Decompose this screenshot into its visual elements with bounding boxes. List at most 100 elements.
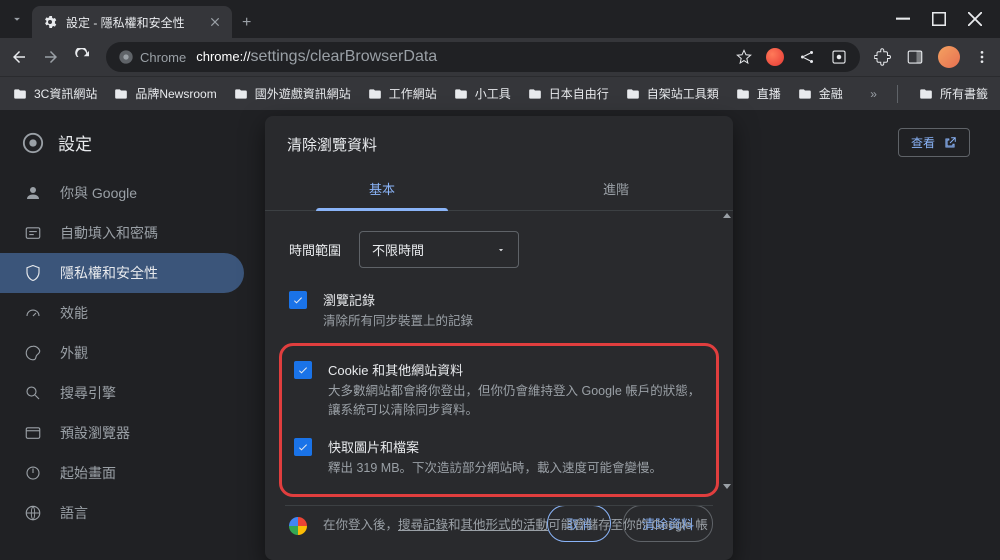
back-icon[interactable] xyxy=(10,48,28,66)
chrome-logo-icon xyxy=(22,132,44,154)
globe-icon xyxy=(24,504,42,522)
search-history-link[interactable]: 搜尋記錄 xyxy=(398,518,448,532)
minimize-icon[interactable] xyxy=(896,12,910,26)
checkbox[interactable] xyxy=(294,438,312,456)
folder-icon xyxy=(453,87,469,101)
tab-advanced[interactable]: 進階 xyxy=(499,167,733,210)
view-button[interactable]: 查看 xyxy=(898,128,970,157)
reload-icon[interactable] xyxy=(74,48,92,66)
separator xyxy=(897,85,898,103)
sidebar-item-autofill[interactable]: 自動填入和密碼 xyxy=(0,213,244,253)
tab-basic[interactable]: 基本 xyxy=(265,167,499,210)
browser-icon xyxy=(24,424,42,442)
extension-icon[interactable] xyxy=(766,48,784,66)
site-identity: Chrome xyxy=(118,49,186,65)
chevron-down-icon[interactable] xyxy=(10,12,24,26)
footnote-text: 在你登入後，搜尋記錄和其他形式的活動可能會儲存至你的 Google 帳 xyxy=(323,516,708,535)
sidebar-item-privacy[interactable]: 隱私權和安全性 xyxy=(0,253,244,293)
page-content: 設定 你與 Google 自動填入和密碼 隱私權和安全性 效能 外觀 搜尋引擎 … xyxy=(0,110,1000,505)
option-cookies[interactable]: Cookie 和其他網站資料 大多數網站都會將你登出，但你仍會維持登入 Goog… xyxy=(290,352,708,430)
option-title: 快取圖片和檔案 xyxy=(328,437,662,456)
palette-icon xyxy=(24,344,42,362)
folder-icon xyxy=(797,87,813,101)
sidebar-item-default-browser[interactable]: 預設瀏覽器 xyxy=(0,413,244,453)
close-window-icon[interactable] xyxy=(968,12,982,26)
window-controls xyxy=(896,12,1000,26)
sidebar-item-search[interactable]: 搜尋引擎 xyxy=(0,373,244,413)
clear-browsing-data-dialog: 清除瀏覽資料 基本 進階 時間範圍 不限時間 瀏覽記錄 清除所有同步裝置上的記錄 xyxy=(265,116,733,560)
checkbox[interactable] xyxy=(289,291,307,309)
browser-tab[interactable]: 設定 - 隱私權和安全性 xyxy=(32,6,232,38)
address-bar[interactable]: Chrome chrome://settings/clearBrowserDat… xyxy=(106,42,860,72)
browser-toolbar: Chrome chrome://settings/clearBrowserDat… xyxy=(0,38,1000,76)
bookmark-item[interactable]: 直播 xyxy=(735,85,781,102)
speedometer-icon xyxy=(24,304,42,322)
folder-icon xyxy=(918,87,934,101)
install-app-icon[interactable] xyxy=(830,48,848,66)
star-icon[interactable] xyxy=(736,49,752,65)
option-title: Cookie 和其他網站資料 xyxy=(328,360,704,379)
bookmark-item[interactable]: 品牌Newsroom xyxy=(113,85,216,102)
scrollbar[interactable] xyxy=(725,211,731,491)
sidebar-item-you-and-google[interactable]: 你與 Google xyxy=(0,173,244,213)
dialog-body: 時間範圍 不限時間 瀏覽記錄 清除所有同步裝置上的記錄 Cookie 和其他網站… xyxy=(265,211,733,491)
bookmark-item[interactable]: 小工具 xyxy=(453,85,511,102)
forward-icon[interactable] xyxy=(42,48,60,66)
open-external-icon xyxy=(943,136,957,150)
sidepanel-icon[interactable] xyxy=(906,48,924,66)
sidebar-item-performance[interactable]: 效能 xyxy=(0,293,244,333)
profile-avatar[interactable] xyxy=(938,46,960,68)
share-icon[interactable] xyxy=(798,48,816,66)
folder-icon xyxy=(233,87,249,101)
folder-icon xyxy=(12,87,28,101)
bookmark-item[interactable]: 國外遊戲資訊網站 xyxy=(233,85,351,102)
google-logo-icon xyxy=(289,517,307,535)
settings-sidebar: 設定 你與 Google 自動填入和密碼 隱私權和安全性 效能 外觀 搜尋引擎 … xyxy=(0,110,258,505)
time-range-label: 時間範圍 xyxy=(289,240,341,259)
gear-icon xyxy=(42,14,58,30)
window-titlebar: 設定 - 隱私權和安全性 + xyxy=(0,0,1000,38)
folder-icon xyxy=(735,87,751,101)
power-icon xyxy=(24,464,42,482)
folder-icon xyxy=(113,87,129,101)
bookmarks-bar: 3C資訊網站 品牌Newsroom 國外遊戲資訊網站 工作網站 小工具 日本自由… xyxy=(0,76,1000,110)
chrome-logo-icon xyxy=(118,49,134,65)
bookmark-item[interactable]: 金融 xyxy=(797,85,843,102)
new-tab-button[interactable]: + xyxy=(232,8,261,38)
sidebar-item-appearance[interactable]: 外觀 xyxy=(0,333,244,373)
autofill-icon xyxy=(24,224,42,242)
highlighted-options: Cookie 和其他網站資料 大多數網站都會將你登出，但你仍會維持登入 Goog… xyxy=(279,343,719,497)
all-bookmarks[interactable]: 所有書籤 xyxy=(918,85,988,102)
bookmark-item[interactable]: 自架站工具類 xyxy=(625,85,719,102)
bookmarks-overflow-icon[interactable]: » xyxy=(870,87,877,101)
folder-icon xyxy=(625,87,641,101)
folder-icon xyxy=(367,87,383,101)
folder-icon xyxy=(527,87,543,101)
url-text: chrome://settings/clearBrowserData xyxy=(196,48,437,66)
option-desc: 釋出 319 MB。下次造訪部分網站時，載入速度可能會變慢。 xyxy=(328,459,662,478)
checkbox[interactable] xyxy=(294,361,312,379)
kebab-menu-icon[interactable] xyxy=(974,49,990,65)
shield-icon xyxy=(24,264,42,282)
account-footnote: 在你登入後，搜尋記錄和其他形式的活動可能會儲存至你的 Google 帳 xyxy=(285,505,713,535)
search-icon xyxy=(24,384,42,402)
option-desc: 清除所有同步裝置上的記錄 xyxy=(323,312,473,331)
other-activity-link[interactable]: 其他形式的活動 xyxy=(461,518,549,532)
page-title: 設定 xyxy=(58,130,92,155)
sidebar-item-startup[interactable]: 起始畫面 xyxy=(0,453,244,493)
chevron-down-icon xyxy=(496,245,506,255)
time-range-select[interactable]: 不限時間 xyxy=(359,231,519,268)
bookmark-item[interactable]: 日本自由行 xyxy=(527,85,609,102)
maximize-icon[interactable] xyxy=(932,12,946,26)
extensions-icon[interactable] xyxy=(874,48,892,66)
sidebar-item-languages[interactable]: 語言 xyxy=(0,493,244,533)
close-icon[interactable] xyxy=(208,15,222,29)
dialog-title: 清除瀏覽資料 xyxy=(265,116,733,167)
option-browsing-history[interactable]: 瀏覽記錄 清除所有同步裝置上的記錄 xyxy=(285,282,713,341)
tab-title: 設定 - 隱私權和安全性 xyxy=(66,14,200,31)
option-desc: 大多數網站都會將你登出，但你仍會維持登入 Google 帳戶的狀態，讓系統可以清… xyxy=(328,382,704,420)
person-icon xyxy=(24,184,42,202)
option-cached[interactable]: 快取圖片和檔案 釋出 319 MB。下次造訪部分網站時，載入速度可能會變慢。 xyxy=(290,429,708,488)
bookmark-item[interactable]: 3C資訊網站 xyxy=(12,85,97,102)
bookmark-item[interactable]: 工作網站 xyxy=(367,85,437,102)
